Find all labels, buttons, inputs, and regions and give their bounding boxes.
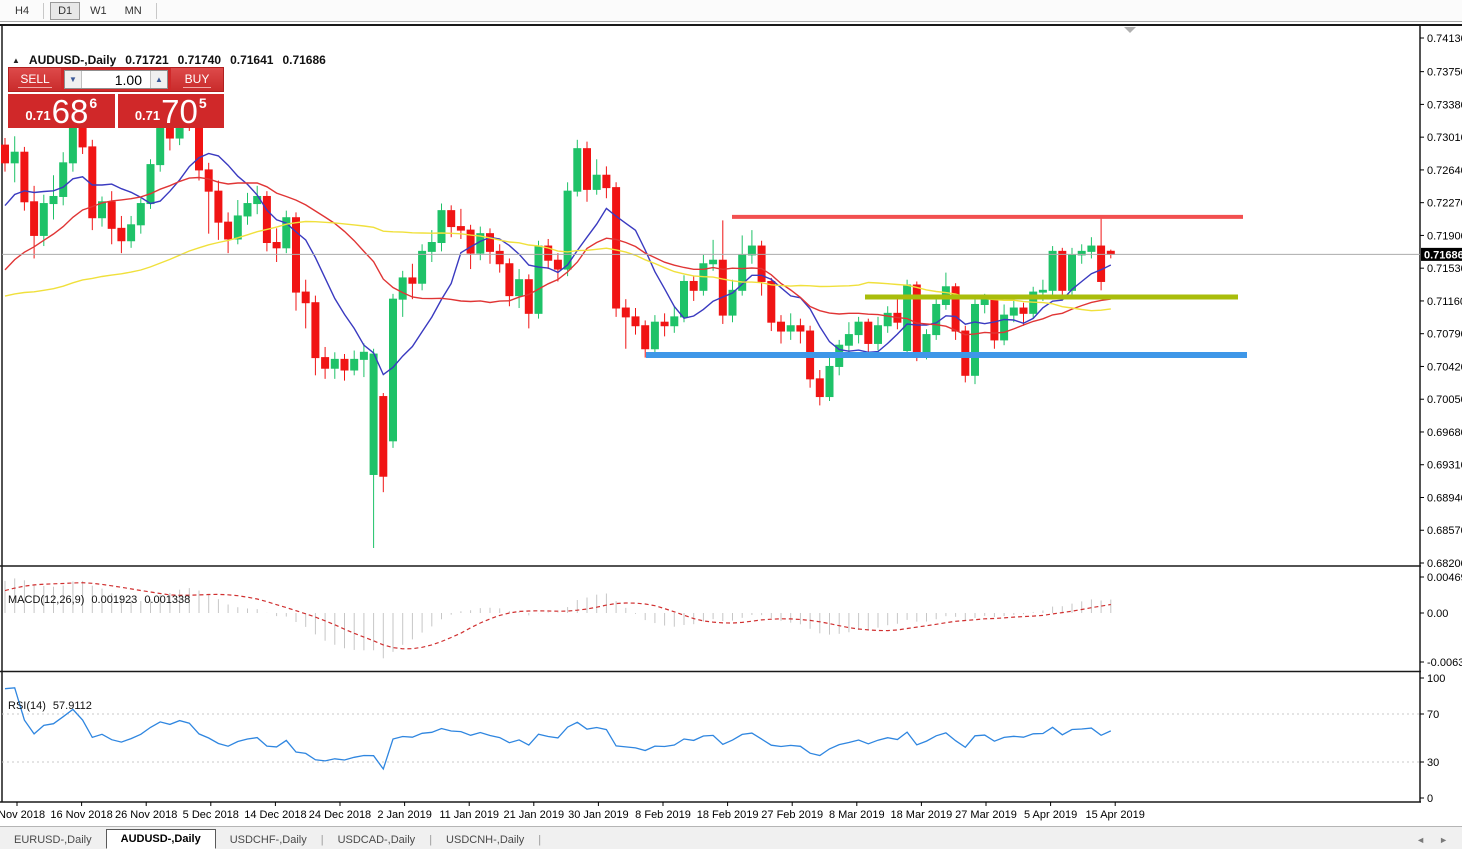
svg-text:0.69310: 0.69310 — [1427, 460, 1462, 472]
price-axis: 0.74130 0.73750 0.73380 0.73010 0.72640 0.722… — [1420, 33, 1462, 570]
symbol-tab-bar: EURUSD-,Daily AUDUSD-,Daily USDCHF-,Daily |… — [0, 826, 1462, 849]
toolbar-separator — [155, 2, 157, 19]
svg-text:0.004694: 0.004694 — [1427, 572, 1462, 584]
timeframe-toolbar: H4 D1 W1 MN — [0, 0, 1462, 22]
svg-text:0.68200: 0.68200 — [1427, 558, 1462, 570]
volume-decrease-icon[interactable]: ▼ — [65, 71, 82, 88]
svg-text:0.71900: 0.71900 — [1427, 230, 1462, 242]
svg-text:2 Jan 2019: 2 Jan 2019 — [377, 809, 431, 821]
tab-usdchf[interactable]: USDCHF-,Daily — [216, 831, 321, 849]
timeframe-button-d1[interactable]: D1 — [50, 1, 81, 20]
svg-text:0.72640: 0.72640 — [1427, 165, 1462, 177]
timeframe-button-w1[interactable]: W1 — [82, 2, 115, 20]
volume-stepper: ▼ 1.00 ▲ — [64, 70, 168, 89]
svg-text:0.73380: 0.73380 — [1427, 99, 1462, 111]
svg-text:14 Dec 2018: 14 Dec 2018 — [244, 809, 306, 821]
svg-text:0.00: 0.00 — [1427, 608, 1448, 620]
svg-text:0.73750: 0.73750 — [1427, 67, 1462, 79]
svg-text:0.73010: 0.73010 — [1427, 132, 1462, 144]
toolbar-separator — [43, 2, 45, 19]
svg-text:21 Jan 2019: 21 Jan 2019 — [504, 809, 565, 821]
ohlc-low: 0.71641 — [230, 53, 274, 67]
svg-text:16 Nov 2018: 16 Nov 2018 — [50, 809, 112, 821]
ohlc-open: 0.71721 — [125, 53, 169, 67]
ohlc-close: 0.71686 — [282, 53, 326, 67]
svg-text:0.68940: 0.68940 — [1427, 492, 1462, 504]
svg-text:0.71686: 0.71686 — [1424, 249, 1462, 261]
svg-text:7 Nov 2018: 7 Nov 2018 — [0, 809, 45, 821]
svg-text:15 Apr 2019: 15 Apr 2019 — [1086, 809, 1145, 821]
svg-text:0.71530: 0.71530 — [1427, 263, 1462, 275]
svg-text:24 Dec 2018: 24 Dec 2018 — [309, 809, 371, 821]
sell-button[interactable]: SELL — [9, 68, 61, 91]
timeframe-button-mn[interactable]: MN — [117, 2, 150, 20]
macd-signal-line — [4, 582, 1111, 650]
symbol-label: AUDUSD-,Daily — [28, 53, 117, 67]
svg-text:0.70050: 0.70050 — [1427, 394, 1462, 406]
svg-text:0.68570: 0.68570 — [1427, 525, 1462, 537]
buy-button[interactable]: BUY — [171, 68, 223, 91]
rsi-line — [4, 687, 1112, 771]
chart-shift-marker-icon[interactable] — [1124, 27, 1136, 33]
chart-canvas: 0.74130 0.73750 0.73380 0.73010 0.72640 0.722… — [0, 24, 1462, 821]
chart-title: ▲ AUDUSD-,Daily 0.71721 0.71740 0.71641 … — [12, 53, 326, 67]
buy-price-button[interactable]: 0.71 70 5 — [117, 94, 224, 128]
tab-usdcad[interactable]: USDCAD-,Daily — [324, 831, 430, 849]
svg-text:0.70420: 0.70420 — [1427, 361, 1462, 373]
svg-text:18 Mar 2019: 18 Mar 2019 — [891, 809, 953, 821]
svg-text:8 Feb 2019: 8 Feb 2019 — [635, 809, 691, 821]
tab-audusd[interactable]: AUDUSD-,Daily — [105, 829, 216, 849]
svg-text:5 Dec 2018: 5 Dec 2018 — [183, 809, 239, 821]
date-axis: 7 Nov 2018 16 Nov 201826 Nov 2018 5 Dec 20… — [0, 802, 1145, 821]
svg-text:0.71160: 0.71160 — [1427, 296, 1462, 308]
svg-text:8 Mar 2019: 8 Mar 2019 — [829, 809, 885, 821]
rsi-label: RSI(14) 57.9112 — [8, 700, 92, 712]
macd-histogram — [4, 578, 1112, 659]
svg-text:0.69680: 0.69680 — [1427, 427, 1462, 439]
volume-increase-icon[interactable]: ▲ — [150, 71, 167, 88]
svg-text:18 Feb 2019: 18 Feb 2019 — [697, 809, 759, 821]
sell-price-button[interactable]: 0.71 68 6 — [8, 94, 115, 128]
pane-frames — [0, 24, 1462, 803]
svg-text:70: 70 — [1427, 709, 1439, 721]
tab-eurusd[interactable]: EURUSD-,Daily — [0, 831, 106, 849]
volume-input[interactable]: 1.00 — [82, 71, 150, 88]
tab-scroll-left-icon[interactable]: ◄ — [1416, 835, 1425, 845]
svg-text:5 Apr 2019: 5 Apr 2019 — [1024, 809, 1077, 821]
svg-text:100: 100 — [1427, 673, 1445, 685]
chart-window: 0.74130 0.73750 0.73380 0.73010 0.72640 0.722… — [0, 23, 1462, 849]
svg-text:30 Jan 2019: 30 Jan 2019 — [568, 809, 629, 821]
svg-text:11 Jan 2019: 11 Jan 2019 — [439, 809, 499, 821]
svg-text:26 Nov 2018: 26 Nov 2018 — [115, 809, 177, 821]
collapse-panel-icon[interactable]: ▲ — [12, 56, 20, 65]
tab-separator: | — [538, 834, 542, 846]
svg-text:0.72270: 0.72270 — [1427, 198, 1462, 210]
tab-scroll-right-icon[interactable]: ► — [1439, 835, 1448, 845]
bid-price-line: 0.71686 — [2, 247, 1462, 261]
rsi-pane — [2, 687, 1420, 771]
svg-text:0.74130: 0.74130 — [1427, 33, 1462, 45]
svg-text:27 Mar 2019: 27 Mar 2019 — [955, 809, 1017, 821]
tab-usdcnh[interactable]: USDCNH-,Daily — [432, 831, 538, 849]
svg-text:0: 0 — [1427, 793, 1433, 805]
one-click-trading-panel: SELL ▼ 1.00 ▲ BUY 0.71 68 6 0.71 70 5 — [8, 67, 224, 128]
macd-axis: 0.004694 0.00 -0.00639 — [1420, 572, 1462, 669]
svg-text:30: 30 — [1427, 757, 1439, 769]
svg-text:27 Feb 2019: 27 Feb 2019 — [761, 809, 823, 821]
ohlc-high: 0.71740 — [177, 53, 222, 67]
rsi-axis: 100 70 30 0 — [1420, 673, 1445, 805]
macd-label: MACD(12,26,9) 0.001923 0.001338 — [8, 594, 191, 606]
svg-text:-0.00639: -0.00639 — [1427, 657, 1462, 669]
timeframe-button-h4[interactable]: H4 — [7, 2, 37, 20]
svg-text:0.70790: 0.70790 — [1427, 329, 1462, 341]
